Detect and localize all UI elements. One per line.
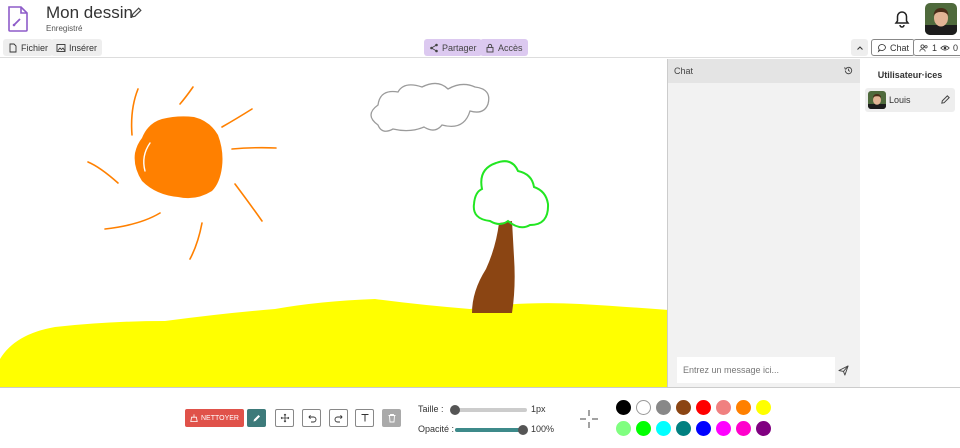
users-toggle-button[interactable]: 1 0 — [913, 39, 960, 56]
color-swatch[interactable] — [636, 400, 651, 415]
color-swatch[interactable] — [736, 400, 751, 415]
ground-shape — [0, 299, 667, 387]
chat-toggle-label: Chat — [890, 42, 910, 53]
opacity-slider[interactable] — [455, 425, 528, 435]
text-icon — [361, 414, 368, 422]
size-slider-knob[interactable] — [450, 405, 460, 415]
save-status: Enregistré — [46, 24, 83, 33]
send-icon[interactable] — [838, 365, 849, 376]
size-value: 1px — [531, 404, 546, 414]
opacity-value: 100% — [531, 424, 555, 434]
viewers-count: 0 — [953, 42, 959, 53]
chat-bubble-icon — [877, 43, 886, 53]
pencil-icon — [253, 415, 260, 422]
insert-menu-label: Insérer — [69, 42, 98, 53]
chat-toggle-button[interactable]: Chat — [871, 39, 916, 56]
users-icon — [919, 43, 928, 52]
redo-icon — [334, 415, 343, 423]
color-swatch[interactable] — [696, 421, 711, 436]
cloud-shape — [370, 82, 490, 132]
opacity-label: Opacité : — [418, 424, 455, 434]
edit-user-icon[interactable] — [940, 94, 951, 105]
bell-icon[interactable] — [892, 8, 912, 28]
edit-title-icon[interactable] — [130, 6, 143, 19]
move-tool-button[interactable] — [275, 409, 294, 427]
delete-button[interactable] — [382, 409, 401, 427]
color-swatch[interactable] — [716, 400, 731, 415]
text-tool-button[interactable] — [355, 409, 374, 427]
drawing-svg — [0, 82, 667, 387]
user-list-item[interactable]: Louis — [865, 88, 955, 112]
color-swatch[interactable] — [756, 400, 771, 415]
move-icon — [280, 413, 289, 423]
image-icon — [56, 43, 66, 52]
user-avatar — [868, 91, 886, 109]
chat-panel: Chat — [668, 59, 860, 387]
size-label: Taille : — [418, 404, 444, 414]
color-swatch[interactable] — [616, 400, 631, 415]
chat-title: Chat — [674, 66, 694, 76]
chat-header: Chat — [668, 59, 860, 83]
eye-icon — [940, 45, 950, 50]
clear-button[interactable]: NETTOYER — [185, 409, 244, 427]
users-panel: Utilisateur·ices Louis — [860, 59, 960, 387]
tree-trunk-shape — [472, 221, 515, 313]
users-title: Utilisateur·ices — [877, 70, 943, 80]
file-menu-button[interactable]: Fichier — [3, 39, 54, 56]
color-swatch[interactable] — [676, 400, 691, 415]
collapse-toolbar-button[interactable] — [851, 39, 868, 56]
file-icon — [9, 43, 17, 52]
color-swatch[interactable] — [656, 400, 671, 415]
chat-message-input[interactable] — [677, 357, 835, 383]
insert-menu-button[interactable]: Insérer — [51, 39, 103, 56]
undo-icon — [307, 415, 316, 423]
user-name: Louis — [889, 95, 911, 105]
crosshair-icon — [580, 410, 598, 428]
share-button[interactable]: Partager — [424, 39, 482, 56]
users-count: 1 — [932, 42, 938, 53]
drawing-canvas[interactable] — [0, 59, 668, 387]
history-icon[interactable] — [843, 65, 854, 76]
color-swatch[interactable] — [736, 421, 751, 436]
lock-icon — [486, 43, 494, 52]
broom-icon — [190, 414, 198, 422]
color-swatch[interactable] — [696, 400, 711, 415]
avatar[interactable] — [925, 3, 957, 35]
clear-label: NETTOYER — [201, 414, 239, 422]
redo-button[interactable] — [329, 409, 348, 427]
color-swatch[interactable] — [676, 421, 691, 436]
sun-shape — [134, 116, 223, 199]
app-root: Mon dessin Enregistré Fichier Insérer Pa… — [0, 0, 960, 448]
color-swatch[interactable] — [656, 421, 671, 436]
share-icon — [430, 43, 438, 52]
access-button[interactable]: Accès — [480, 39, 528, 56]
share-label: Partager — [442, 42, 477, 53]
header: Mon dessin Enregistré — [0, 0, 960, 38]
drawing-document-icon — [8, 6, 28, 32]
chevron-up-icon — [856, 45, 863, 50]
size-slider[interactable] — [450, 405, 527, 415]
page-title[interactable]: Mon dessin — [46, 3, 133, 23]
opacity-slider-fill — [455, 428, 523, 432]
access-label: Accès — [498, 42, 523, 53]
color-swatch[interactable] — [636, 421, 651, 436]
tree-foliage-shape — [472, 160, 550, 229]
drawing-toolbar: NETTOYER Taille : 1px Opacité : 100% — [0, 387, 960, 448]
file-menu-label: Fichier — [21, 42, 49, 53]
color-swatch[interactable] — [716, 421, 731, 436]
pencil-tool-button[interactable] — [247, 409, 266, 427]
trash-icon — [388, 414, 395, 423]
color-swatch[interactable] — [616, 421, 631, 436]
opacity-slider-knob[interactable] — [518, 425, 528, 435]
undo-button[interactable] — [302, 409, 321, 427]
toolbar: Fichier Insérer Partager Accès Chat 1 0 — [0, 38, 960, 58]
color-swatch[interactable] — [756, 421, 771, 436]
